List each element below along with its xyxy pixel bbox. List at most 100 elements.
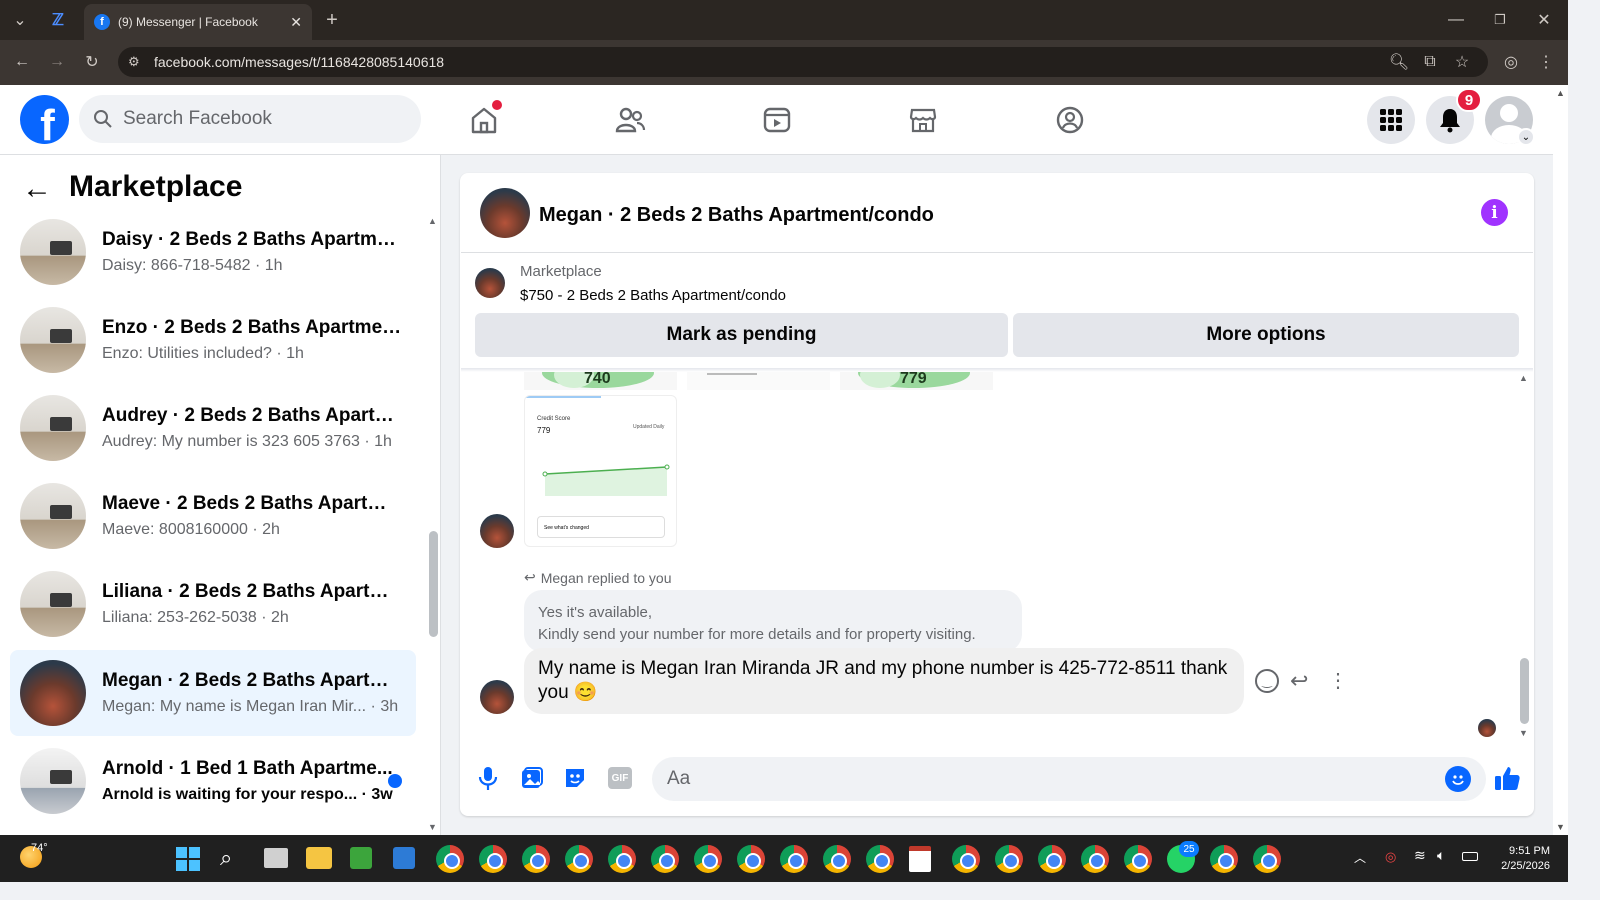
like-thumbs-up-icon[interactable] bbox=[1493, 764, 1521, 797]
search-input[interactable]: Search Facebook bbox=[79, 95, 421, 143]
chrome-taskbar-icon[interactable] bbox=[651, 845, 679, 873]
reload-icon[interactable]: ↻ bbox=[80, 50, 104, 74]
tray-app-icon[interactable]: ◎ bbox=[1385, 849, 1396, 865]
nav-video-icon[interactable] bbox=[757, 100, 797, 140]
nav-marketplace-icon[interactable] bbox=[903, 100, 943, 140]
quoted-message[interactable]: Yes it's available, Kindly send your num… bbox=[524, 590, 1022, 652]
forward-icon[interactable]: → bbox=[45, 50, 69, 74]
photo-icon[interactable] bbox=[520, 766, 544, 795]
chrome-taskbar-icon[interactable] bbox=[780, 845, 808, 873]
chrome-taskbar-icon[interactable] bbox=[995, 845, 1023, 873]
chat-scroll-down-icon[interactable]: ▼ bbox=[1519, 728, 1528, 738]
address-bar[interactable]: ⚙ facebook.com/messages/t/11684280851406… bbox=[118, 47, 1488, 77]
chat-scrollbar[interactable] bbox=[1520, 658, 1529, 724]
conversation-item-enzo[interactable]: Enzo · 2 Beds 2 Baths Apartment... Enzo: … bbox=[10, 297, 416, 383]
conversation-item-maeve[interactable]: Maeve · 2 Beds 2 Baths Apartme... Maeve: … bbox=[10, 473, 416, 559]
chrome-taskbar-icon[interactable] bbox=[1124, 845, 1152, 873]
chrome-taskbar-icon[interactable] bbox=[436, 845, 464, 873]
sidebar-scroll-down-icon[interactable]: ▼ bbox=[428, 822, 437, 832]
credit-chart-image[interactable]: Credit Score 779 Updated Daily See what'… bbox=[524, 395, 677, 547]
zoom-icon[interactable]: 🔍︎ bbox=[1387, 50, 1411, 74]
emoji-picker-icon[interactable] bbox=[1445, 766, 1471, 792]
conversation-title: Megan · 2 Beds 2 Baths Apartme... bbox=[102, 670, 402, 691]
microphone-icon[interactable] bbox=[477, 765, 499, 796]
react-emoji-icon[interactable]: ‿ bbox=[1255, 669, 1279, 693]
facebook-logo-icon[interactable]: f bbox=[20, 95, 69, 144]
chrome-taskbar-icon[interactable] bbox=[1038, 845, 1066, 873]
message-bubble[interactable]: My name is Megan Iran Miranda JR and my … bbox=[524, 648, 1244, 714]
tray-chevron-up-icon[interactable]: ︿ bbox=[1354, 849, 1366, 866]
chrome-taskbar-icon[interactable] bbox=[737, 845, 765, 873]
store-app-icon[interactable] bbox=[393, 847, 415, 869]
notes-app-icon[interactable] bbox=[909, 846, 931, 872]
account-chevron-down-icon[interactable]: ⌄ bbox=[1517, 128, 1535, 146]
conversation-item-daisy[interactable]: Daisy · 2 Beds 2 Baths Apartmen... Daisy:… bbox=[10, 209, 416, 295]
restore-icon[interactable]: ❐ bbox=[1488, 8, 1512, 32]
conversation-item-arnold[interactable]: Arnold · 1 Bed 1 Bath Apartme... Arnold i… bbox=[10, 738, 416, 824]
bookmark-star-icon[interactable]: ☆ bbox=[1450, 50, 1474, 74]
install-app-icon[interactable]: ⧉ bbox=[1418, 50, 1442, 74]
profile-icon[interactable]: ◎ bbox=[1499, 50, 1523, 74]
chat-header-avatar[interactable] bbox=[480, 188, 530, 238]
chrome-taskbar-icon[interactable] bbox=[952, 845, 980, 873]
back-icon[interactable]: ← bbox=[10, 50, 34, 74]
system-clock[interactable]: 9:51 PM 2/25/2026 bbox=[1494, 844, 1550, 874]
file-explorer-icon[interactable] bbox=[306, 847, 332, 869]
chrome-taskbar-icon[interactable] bbox=[1253, 845, 1281, 873]
chrome-taskbar-icon[interactable] bbox=[694, 845, 722, 873]
chrome-taskbar-icon[interactable] bbox=[1081, 845, 1109, 873]
info-icon[interactable]: i bbox=[1481, 199, 1508, 226]
sticker-icon[interactable] bbox=[563, 766, 587, 795]
credit-score-image-1[interactable]: 740 bbox=[524, 372, 677, 390]
sidebar-scroll-up-icon[interactable]: ▲ bbox=[428, 216, 437, 226]
chat-title[interactable]: Megan · 2 Beds 2 Baths Apartment/condo bbox=[539, 204, 934, 227]
chrome-taskbar-icon[interactable] bbox=[866, 845, 894, 873]
battery-icon[interactable] bbox=[1462, 852, 1478, 861]
tab-close-icon[interactable]: ✕ bbox=[290, 14, 302, 31]
sidebar-scrollbar[interactable] bbox=[429, 531, 438, 637]
more-options-button[interactable]: More options bbox=[1013, 313, 1519, 357]
nav-home-icon[interactable] bbox=[464, 100, 504, 140]
windows-start-icon[interactable] bbox=[176, 847, 200, 876]
browser-tab-active[interactable]: f (9) Messenger | Facebook ✕ bbox=[84, 4, 312, 40]
back-arrow-icon[interactable]: ← bbox=[22, 172, 52, 206]
volume-icon[interactable]: 🔈︎ bbox=[1437, 847, 1445, 864]
minimize-icon[interactable]: — bbox=[1444, 8, 1468, 32]
task-view-icon[interactable] bbox=[264, 848, 288, 868]
gif-icon[interactable]: GIF bbox=[608, 767, 632, 789]
chrome-taskbar-icon[interactable] bbox=[522, 845, 550, 873]
page-scroll-up-icon[interactable]: ▲ bbox=[1556, 88, 1565, 98]
mark-as-pending-button[interactable]: Mark as pending bbox=[475, 313, 1008, 357]
chrome-taskbar-icon[interactable] bbox=[608, 845, 636, 873]
chrome-taskbar-icon[interactable] bbox=[1210, 845, 1238, 873]
page-scroll-down-icon[interactable]: ▼ bbox=[1556, 822, 1565, 832]
page-scrollbar-track[interactable] bbox=[1553, 85, 1568, 835]
credit-score-image-3[interactable]: 779 bbox=[840, 372, 993, 390]
nav-friends-icon[interactable] bbox=[610, 100, 650, 140]
reply-icon[interactable]: ↩ bbox=[1290, 668, 1308, 694]
excel-app-icon[interactable] bbox=[350, 847, 372, 869]
conversation-item-megan[interactable]: Megan · 2 Beds 2 Baths Apartme... Megan: … bbox=[10, 650, 416, 736]
listing-title[interactable]: $750 - 2 Beds 2 Baths Apartment/condo bbox=[520, 287, 786, 304]
nav-groups-icon[interactable] bbox=[1050, 100, 1090, 140]
wifi-icon[interactable]: ≋ bbox=[1414, 847, 1426, 864]
chrome-taskbar-icon[interactable] bbox=[823, 845, 851, 873]
more-actions-icon[interactable]: ⋮ bbox=[1328, 668, 1348, 693]
message-input[interactable]: Aa bbox=[652, 757, 1486, 801]
browser-menu-icon[interactable]: ⋮ bbox=[1534, 50, 1558, 74]
edge-icon[interactable]: ℤ bbox=[46, 8, 70, 32]
tab-search-icon[interactable]: ⌄ bbox=[8, 8, 32, 32]
chrome-taskbar-icon[interactable] bbox=[565, 845, 593, 873]
credit-score-image-2[interactable] bbox=[687, 372, 830, 390]
conversation-item-audrey[interactable]: Audrey · 2 Beds 2 Baths Apartme... Audrey… bbox=[10, 385, 416, 471]
new-tab-icon[interactable]: + bbox=[320, 8, 344, 32]
menu-grid-button[interactable] bbox=[1367, 96, 1415, 144]
conversation-item-liliana[interactable]: Liliana · 2 Beds 2 Baths Apartme... Lilia… bbox=[10, 561, 416, 647]
taskbar-search-icon[interactable]: ⌕ bbox=[220, 845, 232, 871]
chat-scroll-up-icon[interactable]: ▲ bbox=[1519, 373, 1528, 383]
window-close-icon[interactable]: ✕ bbox=[1532, 8, 1556, 32]
megan-avatar[interactable] bbox=[480, 680, 514, 714]
site-info-icon[interactable]: ⚙ bbox=[128, 54, 140, 70]
megan-avatar[interactable] bbox=[480, 514, 514, 548]
chrome-taskbar-icon[interactable] bbox=[479, 845, 507, 873]
